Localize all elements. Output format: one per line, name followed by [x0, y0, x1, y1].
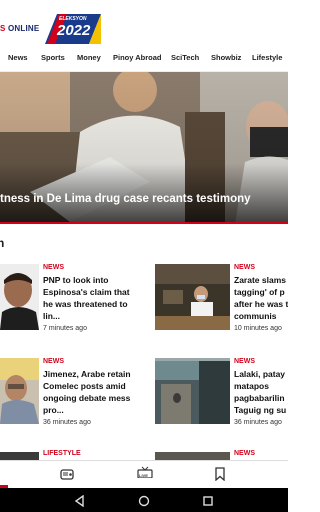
radio-icon[interactable]	[60, 467, 74, 481]
system-navigation-bar	[0, 488, 288, 512]
article-category: NEWS	[234, 450, 255, 457]
nav-item-news[interactable]: News	[8, 53, 28, 62]
article-thumbnail[interactable]	[155, 358, 230, 424]
article-title[interactable]: PNP to look into Espinosa's claim that h…	[43, 274, 135, 322]
back-icon[interactable]	[74, 494, 86, 508]
article-thumbnail[interactable]	[0, 358, 39, 424]
article-title[interactable]: Lalaki, patay matapos pagbabarilin Tagui…	[234, 368, 288, 416]
article-time: 36 minutes ago	[43, 419, 91, 426]
app-header: S ONLINE ELEKSYON 2022	[0, 0, 288, 44]
recents-icon[interactable]	[202, 494, 214, 506]
article-category: LIFESTYLE	[43, 450, 81, 457]
nav-item-sports[interactable]: Sports	[41, 53, 65, 62]
article-title[interactable]: Zarate slams tagging' of p after he was …	[234, 274, 288, 322]
hero-accent-bar	[0, 222, 288, 224]
article-category: NEWS	[43, 264, 64, 271]
nav-item-lifestyle[interactable]: Lifestyle	[252, 53, 282, 62]
thumbnail-photo	[0, 264, 39, 330]
app-screen: S ONLINE ELEKSYON 2022 News Sports Money…	[0, 0, 288, 512]
article-thumbnail[interactable]	[0, 452, 39, 460]
nav-item-money[interactable]: Money	[77, 53, 101, 62]
live-label: LIVE	[139, 473, 148, 478]
article-thumbnail[interactable]	[155, 452, 230, 460]
home-icon[interactable]	[138, 494, 150, 507]
nav-item-scitech[interactable]: SciTech	[171, 53, 199, 62]
article-category: NEWS	[234, 264, 255, 271]
site-logo[interactable]: S ONLINE	[0, 24, 39, 33]
live-tv-button[interactable]: LIVE	[137, 465, 153, 485]
article-thumbnail[interactable]	[155, 264, 230, 330]
article-time: 36 minutes ago	[234, 419, 282, 426]
article-time: 10 minutes ago	[234, 325, 282, 332]
thumbnail-photo	[0, 358, 39, 424]
article-category: NEWS	[43, 358, 64, 365]
article-title[interactable]: Jimenez, Arabe retain Comelec posts amid…	[43, 368, 135, 416]
thumbnail-photo	[155, 264, 230, 330]
logo-text-main: ONLINE	[5, 24, 40, 33]
article-category: NEWS	[234, 358, 255, 365]
article-thumbnail[interactable]	[0, 264, 39, 330]
bookmark-icon[interactable]	[214, 467, 226, 482]
article-time: 7 minutes ago	[43, 325, 87, 332]
eleksyon-2022-logo[interactable]: ELEKSYON 2022	[37, 14, 101, 44]
hero-headline[interactable]: tness in De Lima drug case recants testi…	[0, 193, 288, 205]
category-nav: News Sports Money Pinoy Abroad SciTech S…	[0, 44, 288, 72]
bottom-nav-bar: LIVE	[0, 460, 288, 488]
nav-item-showbiz[interactable]: Showbiz	[211, 53, 241, 62]
thumbnail-photo	[155, 358, 230, 424]
section-title: n	[0, 236, 5, 250]
eleksyon-year: 2022	[57, 22, 91, 39]
nav-item-pinoy-abroad[interactable]: Pinoy Abroad	[113, 53, 161, 62]
